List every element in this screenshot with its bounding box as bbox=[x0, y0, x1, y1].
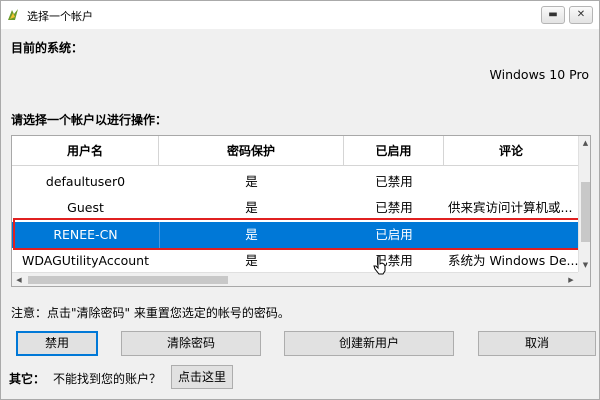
scroll-left-icon[interactable]: ◀ bbox=[12, 273, 26, 286]
mouse-cursor-icon bbox=[373, 255, 386, 275]
vertical-scrollbar[interactable]: ▲ ▼ bbox=[578, 136, 590, 272]
column-header-comment[interactable]: 评论 bbox=[444, 136, 578, 166]
column-header-password-protection[interactable]: 密码保护 bbox=[159, 136, 344, 166]
cell-username: RENEE-CN bbox=[53, 227, 118, 242]
column-header-username[interactable]: 用户名 bbox=[12, 136, 159, 166]
column-header-enabled[interactable]: 已启用 bbox=[344, 136, 444, 166]
cell-username: defaultuser0 bbox=[45, 174, 126, 189]
cell-password: 是 bbox=[245, 200, 258, 215]
title-bar: 选择一个帐户 ▬ ✕ bbox=[1, 1, 599, 29]
cell-password: 是 bbox=[245, 253, 258, 268]
cell-username: Guest bbox=[67, 200, 104, 215]
cell-enabled: 已禁用 bbox=[375, 200, 413, 215]
window-title: 选择一个帐户 bbox=[27, 10, 93, 23]
note-text: 注意：点击"清除密码" 来重置您选定的帐号的密码。 bbox=[11, 306, 290, 320]
account-row-renee-cn[interactable]: RENEE-CN 是 已启用 bbox=[12, 222, 578, 248]
cell-enabled: 已禁用 bbox=[375, 253, 413, 268]
scroll-right-icon[interactable]: ▶ bbox=[564, 273, 578, 286]
cell-enabled: 已启用 bbox=[375, 227, 413, 242]
select-account-dialog: 选择一个帐户 ▬ ✕ 目前的系统： Windows 10 Pro 请选择一个帐户… bbox=[0, 0, 600, 400]
account-list-header: 用户名 密码保护 已启用 评论 bbox=[12, 136, 578, 166]
clear-password-button[interactable]: 清除密码 bbox=[121, 331, 261, 356]
other-label: 其它： bbox=[9, 372, 46, 386]
close-icon: ✕ bbox=[576, 9, 586, 20]
scrollbar-corner bbox=[578, 272, 590, 286]
minimize-icon: ▬ bbox=[548, 9, 558, 20]
minimize-button[interactable]: ▬ bbox=[541, 6, 565, 24]
create-user-button[interactable]: 创建新用户 bbox=[284, 331, 454, 356]
vertical-scroll-thumb[interactable] bbox=[581, 182, 590, 242]
cancel-button[interactable]: 取消 bbox=[478, 331, 596, 356]
cell-comment: 系统为 Windows De... bbox=[448, 253, 578, 268]
cell-enabled: 已禁用 bbox=[375, 174, 413, 189]
cell-password: 是 bbox=[245, 174, 258, 189]
horizontal-scrollbar[interactable]: ◀ ▶ bbox=[12, 272, 578, 286]
account-row-wdagutilityaccount[interactable]: WDAGUtilityAccount 是 已禁用 系统为 Windows De.… bbox=[12, 248, 578, 274]
account-row-defaultuser0[interactable]: defaultuser0 是 已禁用 bbox=[12, 169, 578, 195]
current-system-value: Windows 10 Pro bbox=[489, 67, 589, 82]
cell-comment: 供来宾访问计算机或... bbox=[448, 200, 573, 215]
close-button[interactable]: ✕ bbox=[569, 6, 593, 24]
cell-username: WDAGUtilityAccount bbox=[21, 253, 150, 268]
cell-password: 是 bbox=[245, 227, 258, 242]
other-text: 不能找到您的账户？ bbox=[53, 372, 162, 386]
horizontal-scroll-thumb[interactable] bbox=[28, 276, 228, 284]
scroll-down-icon[interactable]: ▼ bbox=[579, 258, 590, 272]
scroll-up-icon[interactable]: ▲ bbox=[579, 136, 590, 150]
cell-comment bbox=[448, 169, 578, 195]
cell-comment bbox=[448, 222, 578, 248]
choose-account-label: 请选择一个帐户以进行操作： bbox=[11, 113, 168, 127]
disable-button[interactable]: 禁用 bbox=[16, 331, 98, 356]
account-list[interactable]: 用户名 密码保护 已启用 评论 defaultuser0 是 已禁用 Guest… bbox=[11, 135, 591, 287]
click-here-button[interactable]: 点击这里 bbox=[171, 365, 233, 389]
current-system-label: 目前的系统： bbox=[11, 41, 84, 55]
app-logo-icon bbox=[8, 9, 18, 20]
account-row-guest[interactable]: Guest 是 已禁用 供来宾访问计算机或... bbox=[12, 195, 578, 221]
